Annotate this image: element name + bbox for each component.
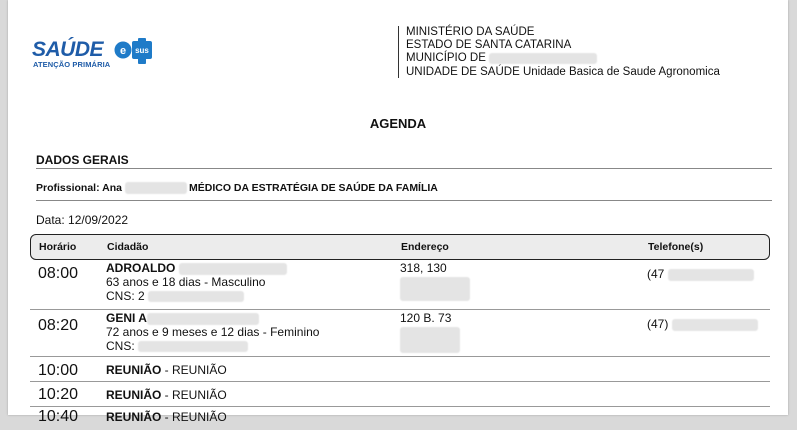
table-row: 10:20 REUNIÃO - REUNIÃO — [30, 384, 770, 407]
row-phone: (47) — [647, 317, 758, 331]
ministry-line: MINISTÉRIO DA SAÚDE — [406, 26, 535, 38]
row-details: 72 anos e 9 meses e 12 dias - Feminino — [106, 325, 320, 339]
professional-divider — [36, 200, 772, 201]
state-line: ESTADO DE SANTA CATARINA — [406, 39, 572, 52]
row-details: 63 anos e 18 dias - Masculino — [106, 275, 266, 289]
logo-badge-text: sus — [135, 46, 149, 55]
row-name: REUNIÃO - REUNIÃO — [106, 388, 227, 402]
report-page: SAÚDE ATENÇÃO PRIMÁRIA e sus MINISTÉRIO … — [8, 0, 788, 425]
health-unit-line: UNIDADE DE SAÚDE Unidade Basica de Saude… — [406, 65, 720, 78]
col-time: Horário — [39, 241, 77, 253]
row-time: 08:20 — [38, 317, 79, 334]
col-phone: Telefone(s) — [648, 241, 704, 253]
logo-wordmark: SAÚDE — [32, 38, 104, 61]
row-name: REUNIÃO - REUNIÃO — [106, 363, 227, 377]
section-divider — [36, 168, 772, 169]
esus-logo: SAÚDE ATENÇÃO PRIMÁRIA e sus — [32, 36, 162, 76]
municipality-line: MUNICÍPIO DE — [406, 52, 720, 65]
svg-text:e: e — [120, 45, 126, 57]
row-time: 10:00 — [38, 362, 79, 379]
col-citizen: Cidadão — [107, 241, 149, 253]
date-label: Data: 12/09/2022 — [36, 213, 129, 227]
row-address: 120 B. 73 — [400, 311, 460, 353]
header-info: MINISTÉRIO DA SAÚDE ESTADO DE SANTA CATA… — [406, 26, 720, 79]
table-header: Horário Cidadão Endereço Telefone(s) — [30, 234, 770, 260]
logo-subtitle: ATENÇÃO PRIMÁRIA — [33, 60, 111, 69]
table-row: 10:00 REUNIÃO - REUNIÃO — [30, 359, 770, 382]
row-time: 10:20 — [38, 386, 79, 403]
section-heading: DADOS GERAIS — [36, 153, 129, 167]
professional-line: Profissional: Ana MÉDICO DA ESTRATÉGIA D… — [36, 182, 438, 195]
table-row: 08:20 GENI A 72 anos e 9 meses e 12 dias… — [30, 311, 770, 357]
row-name: ADROALDO — [106, 261, 287, 275]
table-row: 08:00 ADROALDO 63 anos e 18 dias - Mascu… — [30, 261, 770, 310]
esus-cross-icon: e sus — [114, 38, 152, 64]
row-time: 08:00 — [38, 265, 79, 282]
row-phone: (47 — [647, 267, 754, 281]
row-time: 10:40 — [38, 408, 79, 425]
row-name: GENI A — [106, 311, 259, 325]
row-name: REUNIÃO - REUNIÃO — [106, 410, 227, 424]
table-row: 10:40 REUNIÃO - REUNIÃO — [30, 408, 770, 430]
row-cns: CNS: — [106, 339, 249, 353]
page-title: AGENDA — [369, 116, 427, 131]
row-cns: CNS: 2 — [106, 289, 245, 303]
row-address: 318, 130 — [400, 261, 470, 301]
header-divider — [398, 26, 399, 78]
col-address: Endereço — [401, 241, 449, 253]
